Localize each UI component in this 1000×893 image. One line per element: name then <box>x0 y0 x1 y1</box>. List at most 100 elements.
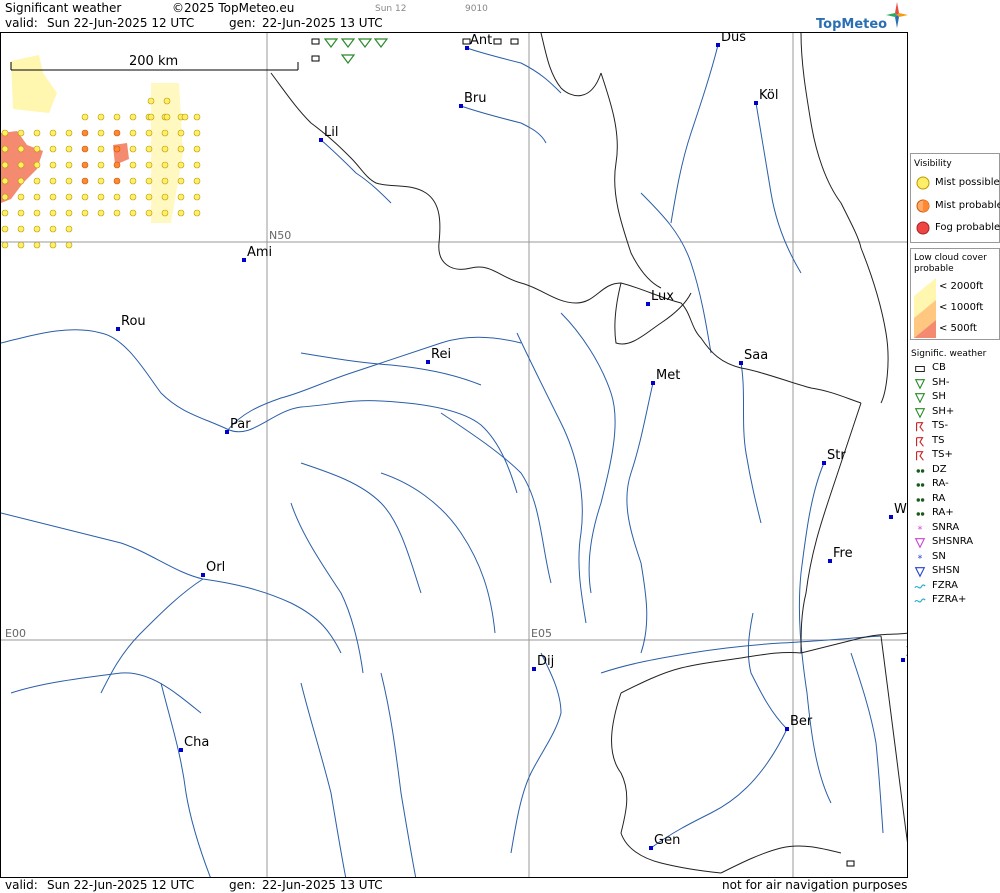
city-label: Ami <box>247 245 272 260</box>
city-rei[interactable]: Rei <box>426 347 451 364</box>
mist-possible-symbol <box>1 177 9 185</box>
city-label: Wü <box>894 502 908 517</box>
city-lil[interactable]: Lil <box>319 125 338 142</box>
mist-possible-symbol <box>147 97 155 105</box>
city-marker <box>739 361 743 365</box>
city-label: Gen <box>654 833 680 848</box>
legend-label: Mist probable <box>935 200 1000 211</box>
freezing-rain-heavy-icon <box>914 598 926 603</box>
mist-possible-symbol <box>81 193 89 201</box>
city-ber[interactable]: Ber <box>785 714 813 731</box>
city-bru[interactable]: Bru <box>459 91 487 108</box>
legend-label: SH+ <box>932 405 955 417</box>
mist-possible-symbol <box>81 113 89 121</box>
shower-heavy-icon <box>914 407 926 419</box>
legend-label: SHSNRA <box>932 536 974 547</box>
city-lux[interactable]: Lux <box>646 289 674 306</box>
city-str[interactable]: Str <box>822 448 846 465</box>
legend-label: TS+ <box>932 449 953 460</box>
city-zü[interactable]: Zü <box>901 645 908 662</box>
mist-possible-symbol <box>147 113 155 121</box>
mist-possible-symbol <box>129 145 137 153</box>
city-orl[interactable]: Orl <box>201 560 225 577</box>
legend-sh-minus-row: SH+ <box>908 406 998 420</box>
shower-icon <box>914 393 926 404</box>
gen-time: 22-Jun-2025 13 UTC <box>262 16 383 30</box>
city-label: Bru <box>464 91 487 106</box>
mist-possible-symbol <box>129 129 137 137</box>
mist-possible-symbol <box>193 161 201 169</box>
visibility-title: Visibility <box>914 159 952 169</box>
mist-possible-symbol <box>193 177 201 185</box>
mist-probable-symbol <box>113 129 121 137</box>
freezing-rain-icon <box>914 583 926 589</box>
topmeteo-logo[interactable]: TopMeteo <box>816 2 908 32</box>
mist-possible-symbol <box>97 129 105 137</box>
mist-possible-symbol <box>17 241 25 249</box>
legend-mist-possible: Mist possible <box>911 175 1000 191</box>
mist-possible-symbol <box>177 177 185 185</box>
rain-heavy-icon <box>916 512 925 516</box>
low-cloud-label-2000: < 2000ft <box>939 281 984 292</box>
mist-possible-symbol <box>49 241 57 249</box>
map-title: Significant weather <box>5 1 122 15</box>
city-wü[interactable]: Wü <box>889 502 908 519</box>
mist-possible-symbol <box>49 161 57 169</box>
city-marker <box>889 515 893 519</box>
thunderstorm-icon <box>916 436 924 447</box>
city-marker <box>785 727 789 731</box>
weather-map[interactable]: N50 E00 E05 200 km Ant Düs Köl Bru Lil A… <box>0 32 908 878</box>
legend-label: RA+ <box>932 507 954 518</box>
city-marker <box>646 302 650 306</box>
mist-possible-symbol <box>17 161 25 169</box>
city-köl[interactable]: Köl <box>754 88 778 105</box>
mist-probable-symbol <box>81 129 89 137</box>
mist-possible-icon <box>916 176 930 190</box>
city-met[interactable]: Met <box>651 368 680 385</box>
legend-ra-minus-row: RA- <box>908 478 998 492</box>
mist-possible-symbol <box>81 209 89 217</box>
mist-possible-symbol <box>49 177 57 185</box>
city-dij[interactable]: Dij <box>532 654 554 671</box>
low-cloud-title-2: probable <box>914 264 954 274</box>
city-label: Saa <box>744 348 768 363</box>
mist-probable-symbol <box>81 177 89 185</box>
low-cloud-legend: Low cloud cover probable < 2000ft < 1000… <box>910 248 1000 340</box>
city-fre[interactable]: Fre <box>828 546 853 563</box>
low-cloud-title-1: Low cloud cover <box>914 253 987 263</box>
mist-possible-symbol <box>145 193 153 201</box>
fog-probable-icon <box>916 221 930 235</box>
city-düs[interactable]: Düs <box>716 33 746 47</box>
city-marker <box>532 667 536 671</box>
city-saa[interactable]: Saa <box>739 348 768 365</box>
city-ami[interactable]: Ami <box>242 245 272 262</box>
legend-sh-row: SH <box>908 391 998 405</box>
legend-label: RA- <box>932 478 949 489</box>
legend-sh-minus-row: SH- <box>908 377 998 391</box>
mist-possible-symbol <box>145 161 153 169</box>
mist-possible-symbol <box>49 129 57 137</box>
mist-possible-symbol <box>65 161 73 169</box>
copyright: ©2025 TopMeteo.eu <box>172 1 295 15</box>
legend-ra-row: RA <box>908 493 998 507</box>
legend-label: SN <box>932 550 946 562</box>
mist-possible-symbol <box>145 209 153 217</box>
mist-possible-symbol <box>97 177 105 185</box>
valid-time: Sun 22-Jun-2025 12 UTC <box>47 16 195 30</box>
mist-possible-symbol <box>33 161 41 169</box>
legend-label: SHSN <box>932 565 960 576</box>
city-cha[interactable]: Cha <box>179 735 209 752</box>
legend-label: SH <box>932 391 946 402</box>
city-layer: Ant Düs Köl Bru Lil Ami Rou Lux Rei Saa Met Par Str W… <box>116 33 908 850</box>
mist-possible-symbol <box>145 177 153 185</box>
legend-label: SH- <box>932 376 950 388</box>
city-par[interactable]: Par <box>225 417 251 434</box>
city-gen[interactable]: Gen <box>649 833 680 850</box>
mist-possible-symbol <box>163 113 171 121</box>
map-canvas: N50 E00 E05 200 km Ant DüsKölBruLilAmiRo… <box>1 33 908 877</box>
legend-mist-probable: Mist probable <box>911 198 1000 214</box>
city-rou[interactable]: Rou <box>116 314 146 331</box>
mist-possible-symbol <box>33 193 41 201</box>
mist-possible-symbol <box>33 129 41 137</box>
city-ant[interactable]: Ant <box>465 33 492 50</box>
